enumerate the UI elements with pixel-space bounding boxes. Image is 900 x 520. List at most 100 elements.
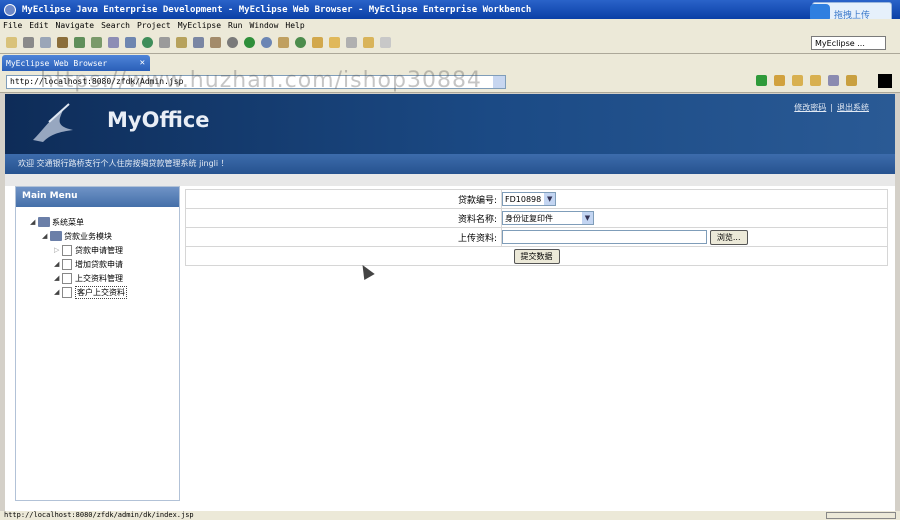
form-row-upload: 上传资料: 浏览...: [185, 227, 888, 247]
loan-no-label: 贷款编号:: [185, 189, 502, 209]
new-icon[interactable]: [6, 37, 17, 48]
refresh-icon[interactable]: [295, 37, 306, 48]
perspective-label: MyEclipse ...: [815, 38, 865, 48]
expand-icon[interactable]: ◢: [30, 218, 38, 226]
submit-cell: 提交数据: [185, 246, 888, 266]
progress-indicator: [826, 512, 896, 519]
top-links: 修改密码 | 退出系统: [794, 102, 869, 113]
window-titlebar: MyEclipse Java Enterprise Development - …: [0, 0, 900, 19]
stop-icon[interactable]: [828, 75, 839, 86]
logout-link[interactable]: 退出系统: [837, 103, 869, 112]
change-password-link[interactable]: 修改密码: [794, 103, 826, 112]
forward-icon[interactable]: [380, 37, 391, 48]
chevron-down-icon: ▼: [582, 212, 593, 224]
browse-button[interactable]: 浏览...: [709, 229, 748, 245]
expand-icon[interactable]: ◢: [54, 288, 62, 296]
form-row-doc-name: 资料名称: 身份证复印件 ▼: [185, 208, 888, 228]
build-icon[interactable]: [91, 37, 102, 48]
browser-nav: [756, 75, 864, 86]
folder-icon: [38, 217, 50, 227]
go-icon[interactable]: [756, 75, 767, 86]
save-icon[interactable]: [23, 37, 34, 48]
gear-icon[interactable]: [227, 37, 238, 48]
doc-name-cell: 身份证复印件 ▼: [501, 208, 888, 228]
close-icon[interactable]: ✕: [140, 58, 145, 68]
loan-no-value: FD10898: [505, 194, 542, 204]
sidebar-item-loan-apply[interactable]: ▷ 贷款申请管理: [30, 243, 179, 257]
status-text: http://localhost:8080/zfdk/admin/dk/inde…: [4, 511, 194, 519]
sidebar-item-label: 上交资料管理: [75, 273, 123, 283]
edit-icon[interactable]: [278, 37, 289, 48]
search-icon[interactable]: [261, 37, 272, 48]
menu-project[interactable]: Project: [137, 21, 171, 30]
status-bar: http://localhost:8080/zfdk/admin/dk/inde…: [0, 511, 900, 520]
back-icon[interactable]: [363, 37, 374, 48]
debug-icon[interactable]: [74, 37, 85, 48]
next-annotation-icon[interactable]: [346, 37, 357, 48]
file-path-input[interactable]: [502, 230, 707, 244]
package-icon[interactable]: [57, 37, 68, 48]
expand-icon[interactable]: ◢: [42, 232, 50, 240]
welcome-bar: 欢迎 交通银行路桥支行个人住房按揭贷款管理系统 jingli ！: [5, 154, 895, 174]
upload-form: 贷款编号: FD10898 ▼ 资料名称: 身份证复印件 ▼ 上传资料: 浏览.: [185, 189, 888, 266]
link-separator: |: [830, 103, 833, 112]
expand-icon[interactable]: ◢: [54, 260, 62, 268]
menu-window[interactable]: Window: [250, 21, 279, 30]
window-icon[interactable]: [193, 37, 204, 48]
perspective-switcher[interactable]: MyEclipse ...: [811, 36, 886, 50]
copy-icon[interactable]: [176, 37, 187, 48]
menu-edit[interactable]: Edit: [29, 21, 48, 30]
forward-arrow-icon[interactable]: [810, 75, 821, 86]
loan-no-select[interactable]: FD10898 ▼: [502, 192, 557, 206]
web-page: MyOffice 修改密码 | 退出系统 欢迎 交通银行路桥支行个人住房按揭贷款管理…: [5, 94, 895, 511]
page-icon: [62, 244, 72, 256]
menu-help[interactable]: Help: [285, 21, 304, 30]
tools-icon[interactable]: [774, 75, 785, 86]
sidebar-item-label: 贷款申请管理: [75, 245, 123, 255]
page-icon: [62, 258, 72, 270]
upload-cell: 浏览...: [501, 227, 888, 247]
sidebar-item-label: 增加贷款申请: [75, 259, 123, 269]
menubar: File Edit Navigate Search Project MyEcli…: [0, 19, 900, 32]
sidebar-title: Main Menu: [16, 187, 179, 207]
globe-icon[interactable]: [142, 37, 153, 48]
run-icon[interactable]: [244, 37, 255, 48]
maximize-icon[interactable]: [878, 74, 892, 88]
sidebar-item-add-loan[interactable]: ◢ 增加贷款申请: [30, 257, 179, 271]
form-row-submit: 提交数据: [185, 246, 888, 266]
form-row-loan-no: 贷款编号: FD10898 ▼: [185, 189, 888, 209]
doc-name-label: 资料名称:: [185, 208, 502, 228]
sidebar-item-doc-manage[interactable]: ◢ 上交资料管理: [30, 271, 179, 285]
chevron-down-icon[interactable]: [493, 76, 505, 88]
open-folder-icon[interactable]: [312, 37, 323, 48]
back-arrow-icon[interactable]: [792, 75, 803, 86]
page-icon: [62, 286, 72, 298]
tree-node-module[interactable]: ◢ 贷款业务模块: [30, 229, 179, 243]
menu-navigate[interactable]: Navigate: [56, 21, 95, 30]
app-logo: MyOffice: [107, 108, 210, 132]
menu-myeclipse[interactable]: MyEclipse: [178, 21, 221, 30]
collapse-icon[interactable]: ▷: [54, 246, 62, 254]
doc-name-select[interactable]: 身份证复印件 ▼: [502, 211, 594, 225]
refresh-page-icon[interactable]: [846, 75, 857, 86]
sidebar-item-customer-docs[interactable]: ◢ 客户上交资料: [30, 285, 179, 299]
sidebar: Main Menu ◢ 系统菜单 ◢ 贷款业务模块 ▷ 贷款申请管理 ◢ 增加贷…: [15, 186, 180, 501]
menu-file[interactable]: File: [3, 21, 22, 30]
clipboard-icon[interactable]: [210, 37, 221, 48]
divider-band: [5, 174, 895, 186]
deploy-icon[interactable]: [108, 37, 119, 48]
menu-search[interactable]: Search: [101, 21, 130, 30]
bird-logo-icon: [33, 103, 73, 142]
expand-icon[interactable]: ◢: [54, 274, 62, 282]
print-icon[interactable]: [40, 37, 51, 48]
menu-tree: ◢ 系统菜单 ◢ 贷款业务模块 ▷ 贷款申请管理 ◢ 增加贷款申请 ◢ 上交资料…: [16, 207, 179, 299]
cut-icon[interactable]: [159, 37, 170, 48]
server-icon[interactable]: [125, 37, 136, 48]
submit-button[interactable]: 提交数据: [513, 248, 560, 264]
folder-icon[interactable]: [329, 37, 340, 48]
welcome-text: 欢迎 交通银行路桥支行个人住房按揭贷款管理系统 jingli ！: [18, 159, 229, 168]
doc-name-value: 身份证复印件: [505, 213, 553, 223]
menu-run[interactable]: Run: [228, 21, 242, 30]
tree-node-root[interactable]: ◢ 系统菜单: [30, 215, 179, 229]
app-icon: [4, 3, 16, 16]
